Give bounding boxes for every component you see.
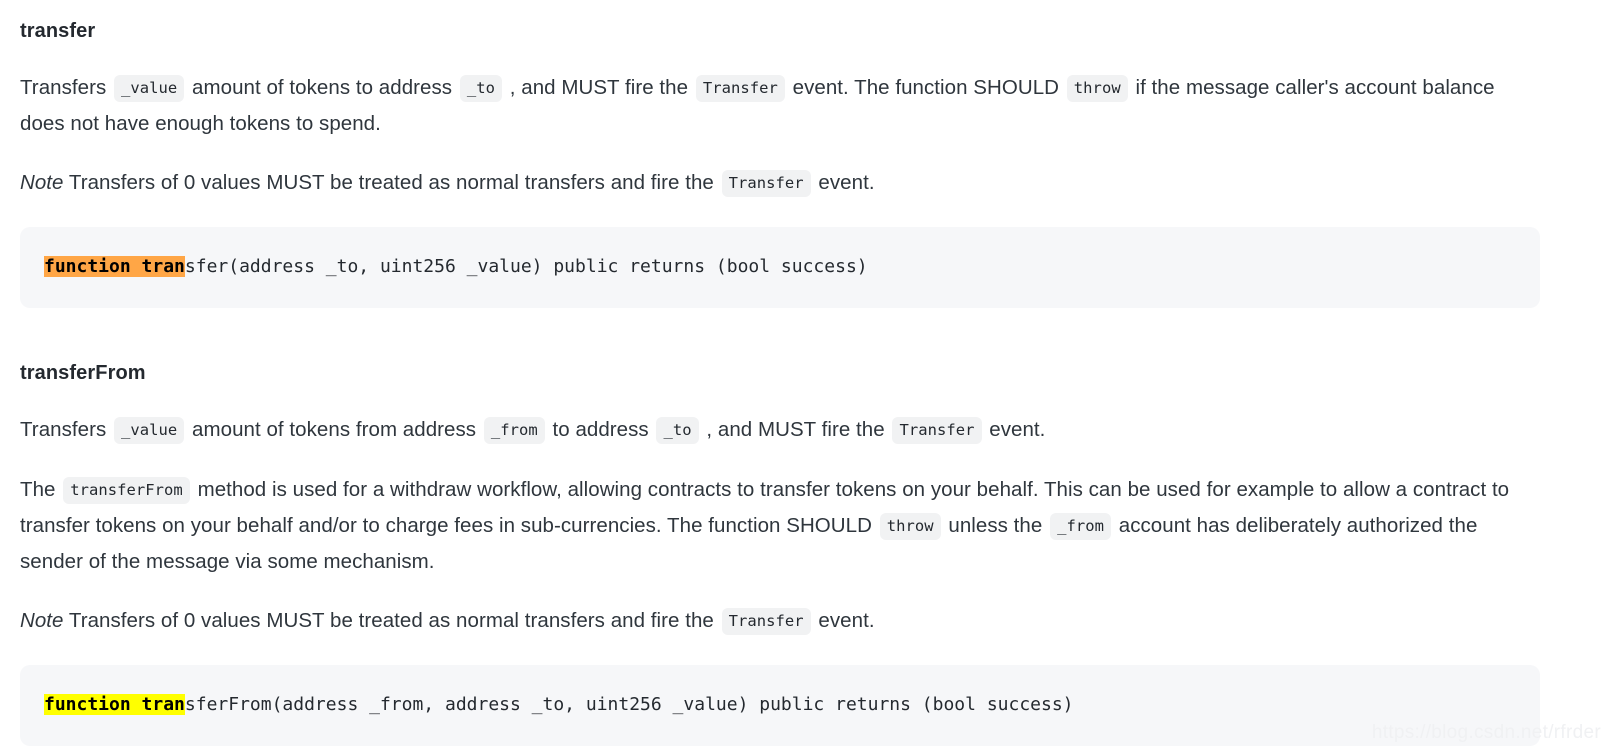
documentation-body: transfer Transfers _value amount of toke… bbox=[0, 0, 1611, 746]
inline-code-from: _from bbox=[483, 417, 545, 444]
inline-code-throw: throw bbox=[1066, 75, 1128, 102]
inline-code-transfer: Transfer bbox=[721, 608, 811, 635]
note-label: Note bbox=[20, 171, 64, 194]
code-block-transferfrom: function transferFrom(address _from, add… bbox=[20, 665, 1540, 746]
inline-code-transfer: Transfer bbox=[892, 417, 982, 444]
inline-code-throw: throw bbox=[879, 513, 941, 540]
inline-code-from: _from bbox=[1050, 513, 1111, 540]
page-title-transferfrom: transferFrom bbox=[20, 362, 146, 384]
code-rest-transferfrom: sferFrom(address _from, address _to, uin… bbox=[184, 694, 1074, 715]
code-block-transfer-text: function transfer(address _to, uint256 _… bbox=[44, 256, 1516, 278]
paragraph-transfer-note: Note Transfers of 0 values MUST be treat… bbox=[20, 165, 1520, 201]
code-highlight-transferfrom: function tran bbox=[44, 694, 185, 715]
code-rest-transfer: sfer(address _to, uint256 _value) public… bbox=[184, 256, 868, 277]
inline-code-transferfrom: transferFrom bbox=[63, 477, 190, 504]
code-block-transfer: function transfer(address _to, uint256 _… bbox=[20, 227, 1540, 308]
code-block-transferfrom-text: function transferFrom(address _from, add… bbox=[44, 694, 1516, 716]
inline-code-transfer: Transfer bbox=[721, 170, 811, 197]
inline-code-to: _to bbox=[656, 417, 699, 444]
inline-code-to: _to bbox=[459, 75, 502, 102]
paragraph-transfer-description: Transfers _value amount of tokens to add… bbox=[20, 75, 1495, 135]
note-label: Note bbox=[20, 609, 64, 632]
paragraph-transferfrom-detail: The transferFrom method is used for a wi… bbox=[20, 477, 1510, 573]
paragraph-transferfrom-description: Transfers _value amount of tokens from a… bbox=[20, 412, 1520, 448]
page-title-transfer: transfer bbox=[20, 20, 96, 42]
inline-code-value: _value bbox=[114, 75, 185, 102]
inline-code-value: _value bbox=[114, 417, 185, 444]
code-highlight-transfer: function tran bbox=[44, 256, 185, 277]
paragraph-transferfrom-note: Note Transfers of 0 values MUST be treat… bbox=[20, 603, 1520, 639]
inline-code-transfer: Transfer bbox=[695, 75, 785, 102]
watermark: https://blog.csdn.net/rfrder bbox=[1371, 722, 1601, 743]
